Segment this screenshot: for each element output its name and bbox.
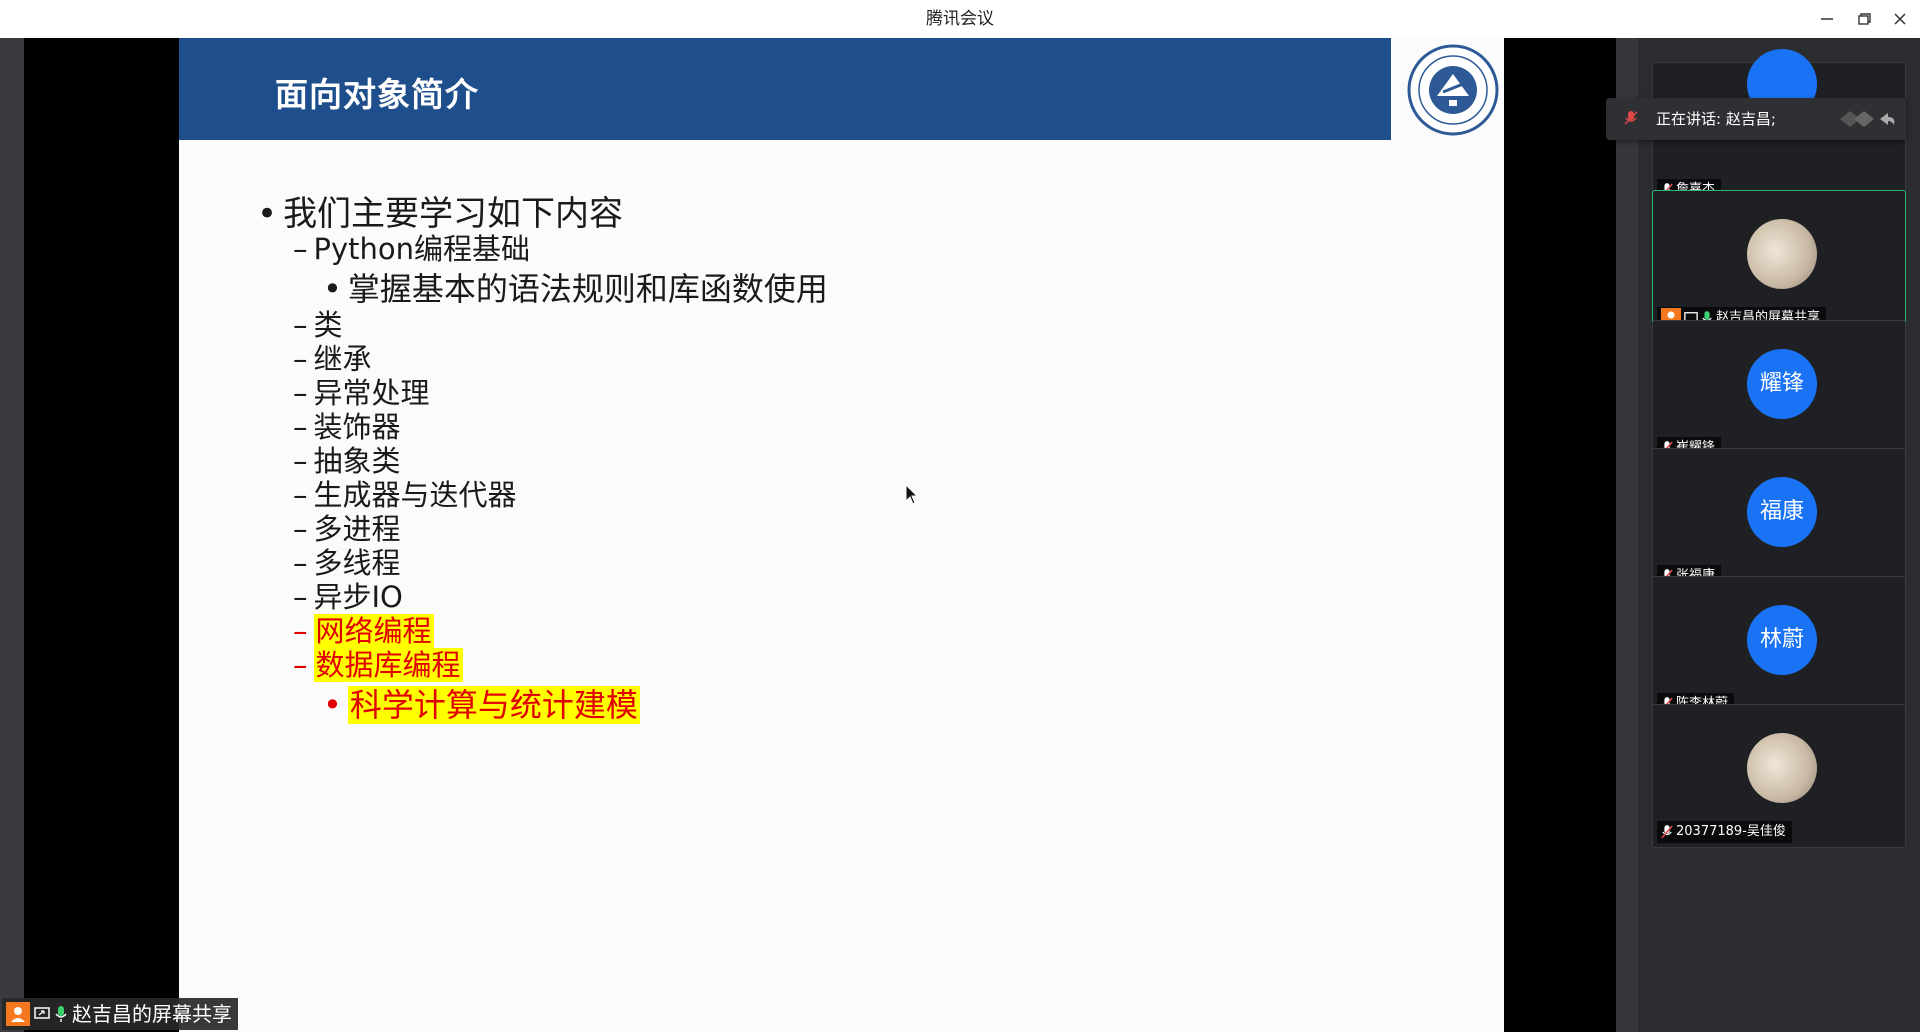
screen-share-label: 赵吉昌的屏幕共享 (72, 1002, 232, 1026)
bullet-marker: – (293, 232, 308, 266)
restore-icon (1858, 13, 1871, 25)
close-button[interactable] (1888, 7, 1912, 31)
slide-bullet-line: • 科学计算与统计建模 (323, 680, 640, 726)
participant-tile[interactable]: 耀锋崔耀锋 (1652, 320, 1906, 464)
panel-divider[interactable] (1616, 38, 1638, 1032)
bullet-text: 科学计算与统计建模 (347, 686, 640, 724)
bullet-text: Python编程基础 (313, 232, 531, 266)
presentation-slide: 面向对象简介 • 我们主要学习如下内容 – Python编程基础 • 掌握基本的语法规则和… (179, 38, 1504, 1032)
minimize-button[interactable] (1815, 7, 1839, 31)
minimize-icon (1821, 18, 1833, 20)
speaking-banner: 正在讲话: 赵吉昌; (1606, 98, 1906, 140)
bullet-marker: • (257, 194, 278, 234)
bullet-text: 掌握基本的语法规则和库函数使用 (347, 270, 828, 308)
bullet-marker: • (323, 686, 342, 724)
meeting-content: 面向对象简介 • 我们主要学习如下内容 – Python编程基础 • 掌握基本的语法规则和… (0, 38, 1920, 1032)
bullet-text: 数据库编程 (313, 648, 463, 682)
participant-tile[interactable]: 20377189-吴佳俊 (1652, 704, 1906, 848)
slide-bullet-line: – Python编程基础 (293, 226, 530, 268)
collapse-arrow-icon[interactable] (1836, 109, 1896, 129)
screen-share-icon (34, 1007, 50, 1019)
close-icon (1894, 13, 1906, 25)
participant-avatar: 耀锋 (1747, 349, 1817, 419)
participant-tile[interactable]: 赵吉昌的屏幕共享 (1652, 190, 1906, 334)
window-titlebar: 腾讯会议 (0, 0, 1920, 38)
user-icon (6, 1002, 30, 1026)
university-logo-icon (1407, 44, 1499, 136)
window-title: 腾讯会议 (926, 9, 994, 29)
participant-nametag: 20377189-吴佳俊 (1657, 821, 1792, 843)
slide-title: 面向对象简介 (275, 75, 479, 114)
mouse-cursor-icon (905, 484, 919, 505)
muted-mic-icon (1624, 111, 1638, 125)
participant-name: 20377189-吴佳俊 (1676, 824, 1786, 839)
speaking-text: 正在讲话: 赵吉昌; (1656, 110, 1776, 128)
participant-tile[interactable]: 福康张福康 (1652, 448, 1906, 592)
screen-share-view[interactable]: 面向对象简介 • 我们主要学习如下内容 – Python编程基础 • 掌握基本的语法规则和… (24, 38, 1630, 1032)
muted-mic-icon (1661, 825, 1673, 839)
participant-avatar (1747, 219, 1817, 289)
left-gutter (0, 38, 24, 1032)
participant-panel: 詹嘉杰赵吉昌的屏幕共享耀锋崔耀锋福康张福康林蔚陈李林蔚20377189-吴佳俊 (1638, 38, 1920, 1032)
slide-bullet-line: • 掌握基本的语法规则和库函数使用 (323, 264, 828, 310)
participant-avatar: 林蔚 (1747, 605, 1817, 675)
restore-button[interactable] (1852, 7, 1876, 31)
slide-bullet-line: – 数据库编程 (293, 642, 463, 684)
mic-icon (55, 1006, 67, 1022)
bullet-marker: – (293, 648, 308, 682)
screen-share-tag: 赵吉昌的屏幕共享 (2, 998, 238, 1030)
slide-header: 面向对象简介 (179, 38, 1391, 140)
participant-avatar: 福康 (1747, 477, 1817, 547)
participant-avatar (1747, 733, 1817, 803)
participant-tile[interactable]: 林蔚陈李林蔚 (1652, 576, 1906, 720)
